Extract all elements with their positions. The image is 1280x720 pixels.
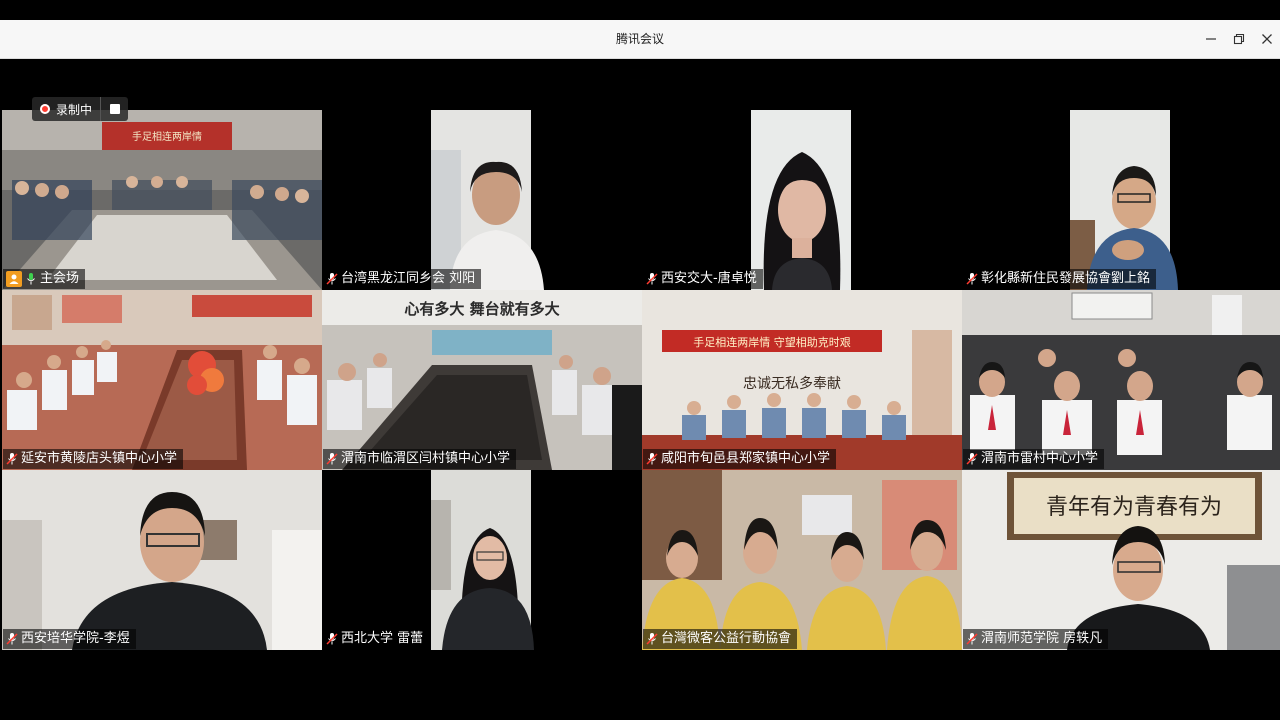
participant-name: 延安市黄陵店头镇中心小学 (21, 451, 178, 466)
close-button[interactable] (1256, 28, 1278, 50)
video-tile-liuyang[interactable]: 台湾黑龙江同乡会 刘阳 (322, 110, 642, 290)
participant-name: 渭南市雷村中心小学 (981, 451, 1099, 466)
recording-indicator: 录制中 (32, 96, 129, 122)
minimize-icon (1206, 38, 1216, 40)
close-icon (1262, 34, 1272, 44)
participant-name: 渭南师范学院 房轶凡 (981, 631, 1103, 646)
microphone-muted-icon (326, 453, 338, 465)
video-tile-zhengjia[interactable]: 手足相连两岸情 守望相助克时艰 忠诚无私多奉献 咸阳市旬邑县郑家镇中心小学 (642, 290, 962, 470)
microphone-muted-icon (966, 633, 978, 645)
zhengjia-banner: 手足相连两岸情 守望相助克时艰 (693, 335, 851, 349)
video-tile-huangling[interactable]: 延安市黄陵店头镇中心小学 (2, 290, 322, 470)
participant-label: 渭南师范学院 房轶凡 (963, 629, 1109, 649)
title-bar: 腾讯会议 (0, 20, 1280, 59)
video-tile-weike[interactable]: 台灣微客公益行動協會 (642, 470, 962, 650)
participant-label: 渭南市雷村中心小学 (963, 449, 1105, 469)
video-tile-leilei[interactable]: 西北大学 雷蕾 (322, 470, 642, 650)
restore-button[interactable] (1228, 28, 1250, 50)
video-tile-fangyifan[interactable]: 青年有为青春有为 渭南师范学院 房轶凡 (962, 470, 1280, 650)
participant-label: 台灣微客公益行動協會 (643, 629, 798, 649)
participant-name: 西安培华学院-李煜 (21, 631, 130, 646)
participant-label: 渭南市临渭区闫村镇中心小学 (323, 449, 517, 469)
video-tile-main-hall[interactable]: 手足相连两岸情 主会场 (2, 110, 322, 290)
video-feed: 手足相连两岸情 (2, 110, 322, 290)
video-feed (642, 110, 962, 290)
microphone-muted-icon (966, 453, 978, 465)
microphone-muted-icon (646, 633, 658, 645)
microphone-icon (27, 273, 35, 285)
microphone-muted-icon (646, 273, 658, 285)
participant-label: 咸阳市旬邑县郑家镇中心小学 (643, 449, 837, 469)
participant-label: 延安市黄陵店头镇中心小学 (3, 449, 184, 469)
participant-label: 西北大学 雷蕾 (323, 629, 430, 649)
calligraphy-text: 青年有为青春有为 (1046, 495, 1222, 520)
participant-label: 主会场 (3, 269, 86, 289)
participant-name: 主会场 (40, 271, 80, 286)
video-feed (962, 110, 1280, 290)
video-tile-yancun[interactable]: 心有多大 舞台就有多大 渭南市临渭区闫村镇中心小学 (322, 290, 642, 470)
video-feed: 心有多大 舞台就有多大 (322, 290, 642, 470)
video-tile-leicun[interactable]: 渭南市雷村中心小学 (962, 290, 1280, 470)
restore-icon (1233, 33, 1245, 45)
video-feed (322, 470, 642, 650)
minimize-button[interactable] (1200, 28, 1222, 50)
microphone-muted-icon (646, 453, 658, 465)
microphone-muted-icon (326, 273, 338, 285)
participant-name: 咸阳市旬邑县郑家镇中心小学 (661, 451, 831, 466)
video-feed: 青年有为青春有为 (962, 470, 1280, 650)
participant-label: 台湾黑龙江同乡会 刘阳 (323, 269, 482, 289)
stop-recording-button[interactable] (100, 97, 129, 121)
stop-icon (109, 104, 120, 114)
record-dot-icon (40, 104, 50, 114)
participant-name: 西北大学 雷蕾 (341, 631, 424, 646)
main-hall-banner: 手足相连两岸情 (132, 130, 202, 143)
participant-name: 台灣微客公益行動協會 (661, 631, 792, 646)
video-tile-tangzhuoyue[interactable]: 西安交大-唐卓悦 (642, 110, 962, 290)
video-feed: 手足相连两岸情 守望相助克时艰 忠诚无私多奉献 (642, 290, 962, 470)
video-feed (2, 290, 322, 470)
video-feed (642, 470, 962, 650)
video-tile-liyu[interactable]: 西安培华学院-李煜 (2, 470, 322, 650)
microphone-muted-icon (966, 273, 978, 285)
microphone-muted-icon (6, 453, 18, 465)
participant-name: 台湾黑龙江同乡会 刘阳 (341, 271, 476, 286)
host-icon (6, 271, 22, 287)
participant-label: 西安交大-唐卓悦 (643, 269, 763, 289)
video-feed (962, 290, 1280, 470)
participant-name: 彰化縣新住民發展協會劉上銘 (981, 271, 1151, 286)
yancun-wall-text: 心有多大 舞台就有多大 (404, 300, 559, 318)
microphone-muted-icon (6, 633, 18, 645)
video-feed (2, 470, 322, 650)
participant-label: 彰化縣新住民發展協會劉上銘 (963, 269, 1157, 289)
microphone-muted-icon (326, 633, 338, 645)
recording-label: 录制中 (56, 102, 93, 117)
zhengjia-wall-text: 忠诚无私多奉献 (743, 375, 841, 392)
participant-name: 西安交大-唐卓悦 (661, 271, 757, 286)
video-feed (322, 110, 642, 290)
window-title: 腾讯会议 (615, 32, 664, 46)
participant-name: 渭南市临渭区闫村镇中心小学 (341, 451, 511, 466)
video-tile-liushangming[interactable]: 彰化縣新住民發展協會劉上銘 (962, 110, 1280, 290)
participant-label: 西安培华学院-李煜 (3, 629, 136, 649)
video-grid: 手足相连两岸情 主会场 台湾黑龙江同乡会 刘阳 西安交大-唐卓悦 彰化縣新住民發… (0, 110, 1280, 650)
